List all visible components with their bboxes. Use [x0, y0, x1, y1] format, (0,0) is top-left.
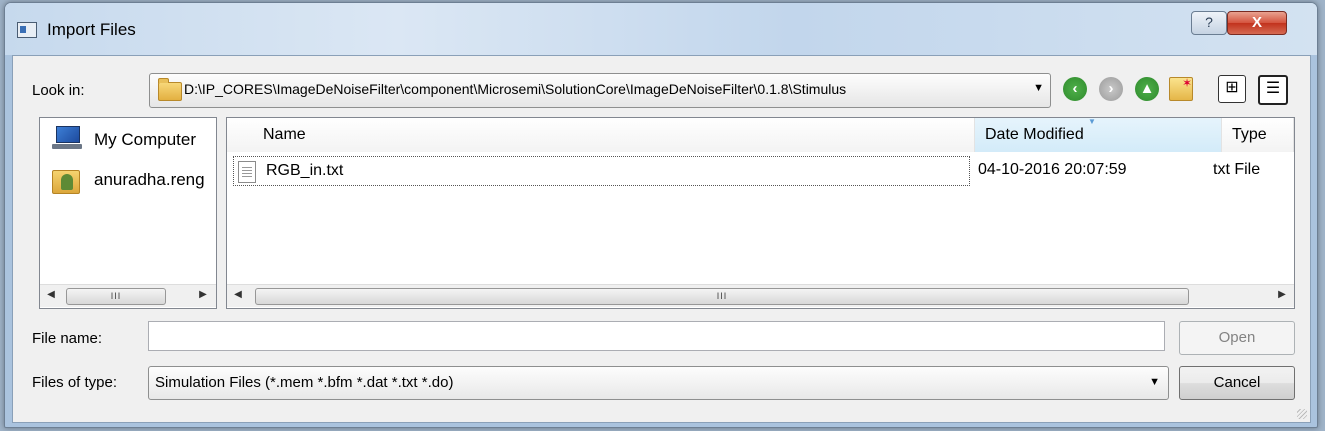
sidebar-item-label: anuradha.reng [94, 170, 205, 189]
scroll-left-icon[interactable]: ◀ [231, 289, 245, 300]
dialog-title: Import Files [47, 20, 136, 39]
dialog-client-area: Look in: D:\IP_CORES\ImageDeNoiseFilter\… [12, 55, 1311, 423]
column-header-type[interactable]: Type [1222, 118, 1294, 152]
file-name: RGB_in.txt [266, 162, 344, 179]
file-date-modified: 04-10-2016 20:07:59 [978, 161, 1127, 178]
resize-grip-icon[interactable] [1297, 409, 1307, 419]
app-icon [17, 22, 37, 38]
folder-icon [158, 78, 182, 101]
chevron-down-icon[interactable]: ▼ [1149, 376, 1160, 388]
scroll-right-icon[interactable]: ▶ [196, 289, 210, 300]
sidebar: My Computer anuradha.reng ◀ III ▶ [39, 117, 217, 309]
scroll-thumb[interactable]: III [66, 288, 166, 305]
sort-indicator-icon: ▼ [1088, 117, 1096, 126]
help-button[interactable]: ? [1191, 11, 1227, 35]
title-bar[interactable]: Import Files ? X [5, 3, 1317, 55]
text-file-icon [238, 161, 256, 183]
forward-button[interactable]: › [1099, 77, 1123, 101]
scroll-thumb[interactable]: III [255, 288, 1189, 305]
sidebar-horizontal-scrollbar[interactable]: ◀ III ▶ [40, 284, 216, 307]
import-files-dialog: Import Files ? X Look in: D:\IP_CORES\Im… [4, 2, 1318, 428]
file-name-cell[interactable]: RGB_in.txt [233, 156, 970, 186]
file-list-panel: Name ▼ Date Modified Type RGB_in.txt 04-… [226, 117, 1295, 309]
user-folder-icon [52, 164, 82, 194]
open-button[interactable]: Open [1179, 321, 1295, 355]
column-header-name[interactable]: Name [227, 118, 975, 152]
computer-icon [52, 126, 82, 150]
chevron-down-icon[interactable]: ▼ [1033, 82, 1044, 94]
sidebar-item-label: My Computer [94, 130, 197, 149]
list-view-button[interactable]: ⊞ [1218, 75, 1246, 103]
up-folder-button[interactable]: ▲ [1135, 77, 1159, 101]
table-row[interactable]: RGB_in.txt 04-10-2016 20:07:59 txt File [233, 156, 1294, 186]
file-list-horizontal-scrollbar[interactable]: ◀ III ▶ [227, 284, 1294, 307]
look-in-combobox[interactable]: D:\IP_CORES\ImageDeNoiseFilter\component… [149, 73, 1051, 108]
file-type-select[interactable]: Simulation Files (*.mem *.bfm *.dat *.tx… [148, 366, 1169, 400]
file-name-input[interactable] [148, 321, 1165, 351]
back-button[interactable]: ‹ [1063, 77, 1087, 101]
detail-view-button[interactable]: ☰ [1258, 75, 1288, 105]
file-type-selected: Simulation Files (*.mem *.bfm *.dat *.tx… [155, 374, 454, 391]
file-type: txt File [1213, 161, 1261, 178]
new-folder-button[interactable]: ✶ [1169, 77, 1193, 101]
look-in-label: Look in: [32, 82, 85, 99]
column-header-date-modified[interactable]: ▼ Date Modified [975, 118, 1222, 152]
cancel-button[interactable]: Cancel [1179, 366, 1295, 400]
close-button[interactable]: X [1227, 11, 1287, 35]
file-name-label: File name: [32, 330, 103, 347]
file-type-label: Files of type: [32, 374, 118, 391]
look-in-path: D:\IP_CORES\ImageDeNoiseFilter\component… [184, 81, 847, 97]
column-header-label: Date Modified [985, 126, 1084, 143]
scroll-right-icon[interactable]: ▶ [1275, 289, 1289, 300]
scroll-left-icon[interactable]: ◀ [44, 289, 58, 300]
